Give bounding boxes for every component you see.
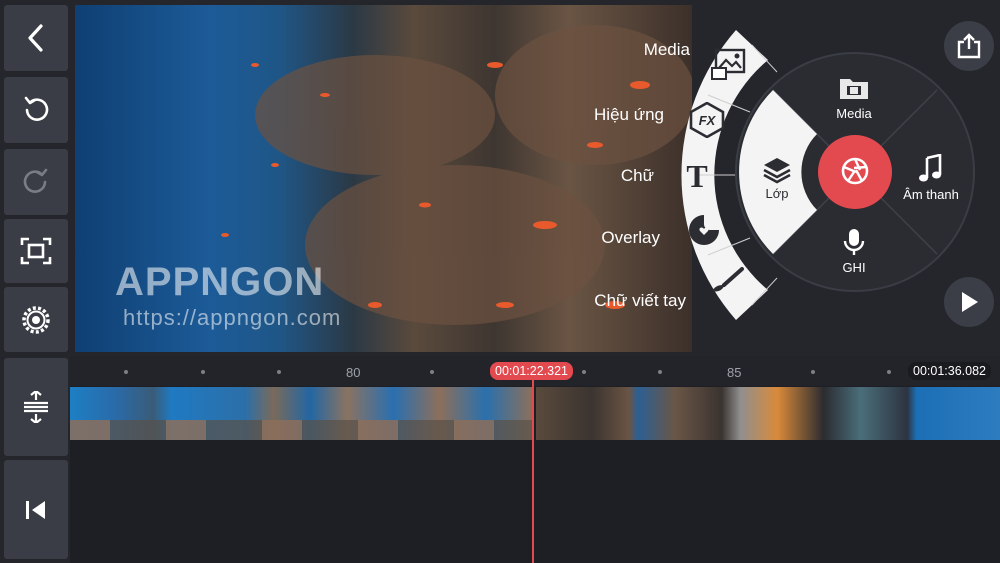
arc-item-overlay[interactable] xyxy=(686,212,724,250)
undo-button[interactable] xyxy=(4,77,68,143)
wheel-audio-button[interactable]: Âm thanh xyxy=(898,152,964,204)
gear-icon xyxy=(22,305,50,334)
playhead-line[interactable] xyxy=(532,378,534,563)
ruler-tick xyxy=(430,370,434,374)
ruler-tick xyxy=(887,370,891,374)
fx-icon: FX xyxy=(689,101,725,139)
arc-label-media[interactable]: Media xyxy=(644,40,690,60)
wheel-record-button[interactable]: GHI xyxy=(826,226,882,278)
watermark-url: https://appngon.com xyxy=(123,305,342,330)
redo-button[interactable] xyxy=(4,149,68,215)
wheel-media-label: Media xyxy=(836,106,872,121)
ruler-tick xyxy=(582,370,586,374)
undo-icon xyxy=(24,96,49,121)
back-button[interactable] xyxy=(4,5,68,71)
playhead-time: 00:01:22.321 xyxy=(490,362,573,380)
film-folder-icon xyxy=(840,79,868,99)
sticker-icon xyxy=(689,215,719,245)
video-clip[interactable] xyxy=(536,387,1000,440)
arc-label-effects[interactable]: Hiệu ứng xyxy=(594,105,664,125)
svg-text:FX: FX xyxy=(699,113,717,128)
fullscreen-button[interactable] xyxy=(4,219,68,283)
wheel-record-label: GHI xyxy=(842,260,866,275)
end-time: 00:01:36.082 xyxy=(908,362,991,380)
share-button[interactable] xyxy=(944,21,994,71)
fullscreen-icon xyxy=(20,237,52,265)
microphone-icon xyxy=(843,229,865,255)
brush-icon xyxy=(712,267,744,292)
redo-icon xyxy=(23,168,48,193)
text-T-icon: T xyxy=(686,158,707,194)
arc-label-overlay[interactable]: Overlay xyxy=(601,228,660,248)
expand-vertical-icon xyxy=(24,391,48,423)
capture-button[interactable] xyxy=(818,134,892,208)
media-photo-icon xyxy=(711,48,746,80)
wheel-layer-button[interactable]: Lớp xyxy=(754,154,800,206)
camera-shutter-icon xyxy=(841,157,869,185)
ruler-tick xyxy=(658,370,662,374)
share-icon xyxy=(957,33,981,59)
ruler-tick xyxy=(201,370,205,374)
arc-label-text[interactable]: Chữ xyxy=(621,166,654,186)
chevron-left-icon xyxy=(28,24,43,52)
watermark-logo: APPNGON xyxy=(115,260,325,304)
music-note-icon xyxy=(919,154,942,182)
clip-thumbnails xyxy=(70,420,532,440)
wheel-audio-label: Âm thanh xyxy=(903,187,959,202)
layers-icon xyxy=(763,158,791,184)
settings-button[interactable] xyxy=(4,287,68,352)
play-button[interactable] xyxy=(944,277,994,327)
skip-to-start-icon xyxy=(26,500,45,519)
svg-text:T: T xyxy=(686,158,707,192)
arc-item-handwriting[interactable] xyxy=(706,265,750,299)
arc-item-media[interactable] xyxy=(710,48,754,84)
ruler-tick xyxy=(277,370,281,374)
wheel-layer-label: Lớp xyxy=(765,186,789,201)
video-clip[interactable] xyxy=(70,387,532,440)
timeline-expand-button[interactable] xyxy=(4,358,68,456)
ruler-tick xyxy=(124,370,128,374)
skip-to-start-button[interactable] xyxy=(4,460,68,559)
arc-label-handwriting[interactable]: Chữ viết tay xyxy=(594,291,686,311)
ruler-number-85: 85 xyxy=(727,365,742,380)
ruler-number-80: 80 xyxy=(346,365,361,380)
wheel-media-button[interactable]: Media xyxy=(820,74,888,124)
ruler-tick xyxy=(811,370,815,374)
arc-item-text[interactable]: T xyxy=(680,158,716,194)
arc-item-effects[interactable]: FX xyxy=(688,101,728,139)
play-icon xyxy=(962,292,978,312)
